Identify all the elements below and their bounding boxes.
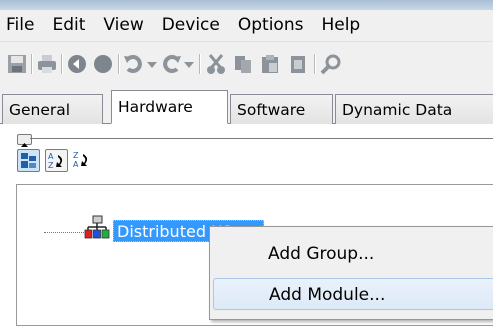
sort-za-icon: Z A [73, 151, 88, 169]
title-bar [0, 0, 493, 10]
record-icon[interactable] [92, 53, 114, 75]
toolbar-separator [199, 54, 201, 74]
undo-icon[interactable] [123, 53, 145, 75]
tab-software[interactable]: Software [230, 94, 333, 124]
menu-item-add-module[interactable]: Add Module... [213, 278, 493, 310]
splitter-line[interactable] [30, 138, 493, 139]
menu-device[interactable]: Device [153, 10, 229, 41]
menu-edit[interactable]: Edit [43, 10, 94, 41]
back-icon[interactable] [66, 53, 88, 75]
toolbar [0, 41, 493, 86]
toolbar-separator [31, 54, 33, 74]
menu-file[interactable]: File [0, 10, 43, 41]
svg-text:A: A [73, 160, 79, 169]
menu-view[interactable]: View [94, 10, 152, 41]
chevron-down-icon[interactable] [183, 53, 195, 75]
toolbar-separator [61, 54, 63, 74]
save-icon[interactable] [6, 53, 28, 75]
menu-help[interactable]: Help [312, 10, 369, 41]
paste-icon[interactable] [259, 53, 281, 75]
redo-icon[interactable] [160, 53, 182, 75]
cut-icon[interactable] [205, 53, 227, 75]
delete-icon[interactable] [287, 53, 309, 75]
sort-reverse-button[interactable]: Z A [71, 149, 94, 172]
sort-az-icon: A Z [48, 152, 63, 170]
tab-bar: General Hardware Software Dynamic Data [0, 85, 493, 124]
menu-item-add-group[interactable]: Add Group... [213, 238, 493, 270]
category-view-button[interactable] [17, 149, 40, 172]
svg-text:Z: Z [73, 151, 79, 160]
toolbar-separator [118, 54, 120, 74]
category-icon [21, 153, 36, 168]
menu-options[interactable]: Options [229, 10, 313, 41]
menu-bar: File Edit View Device Options Help [0, 10, 493, 41]
svg-text:A: A [48, 152, 54, 161]
svg-text:Z: Z [48, 161, 54, 170]
sort-alphabetical-button[interactable]: A Z [45, 149, 68, 172]
collapse-button[interactable] [17, 134, 32, 147]
tab-hardware[interactable]: Hardware [111, 90, 228, 124]
print-icon[interactable] [36, 53, 58, 75]
chevron-down-icon[interactable] [146, 53, 158, 75]
toolbar-separator [314, 54, 316, 74]
copy-icon[interactable] [232, 53, 254, 75]
context-menu: Add Group... Add Module... [209, 226, 493, 320]
tab-dynamic-data[interactable]: Dynamic Data [335, 94, 493, 124]
distributed-io-icon [84, 215, 110, 239]
tab-general[interactable]: General [2, 94, 103, 124]
search-icon[interactable] [320, 53, 342, 75]
